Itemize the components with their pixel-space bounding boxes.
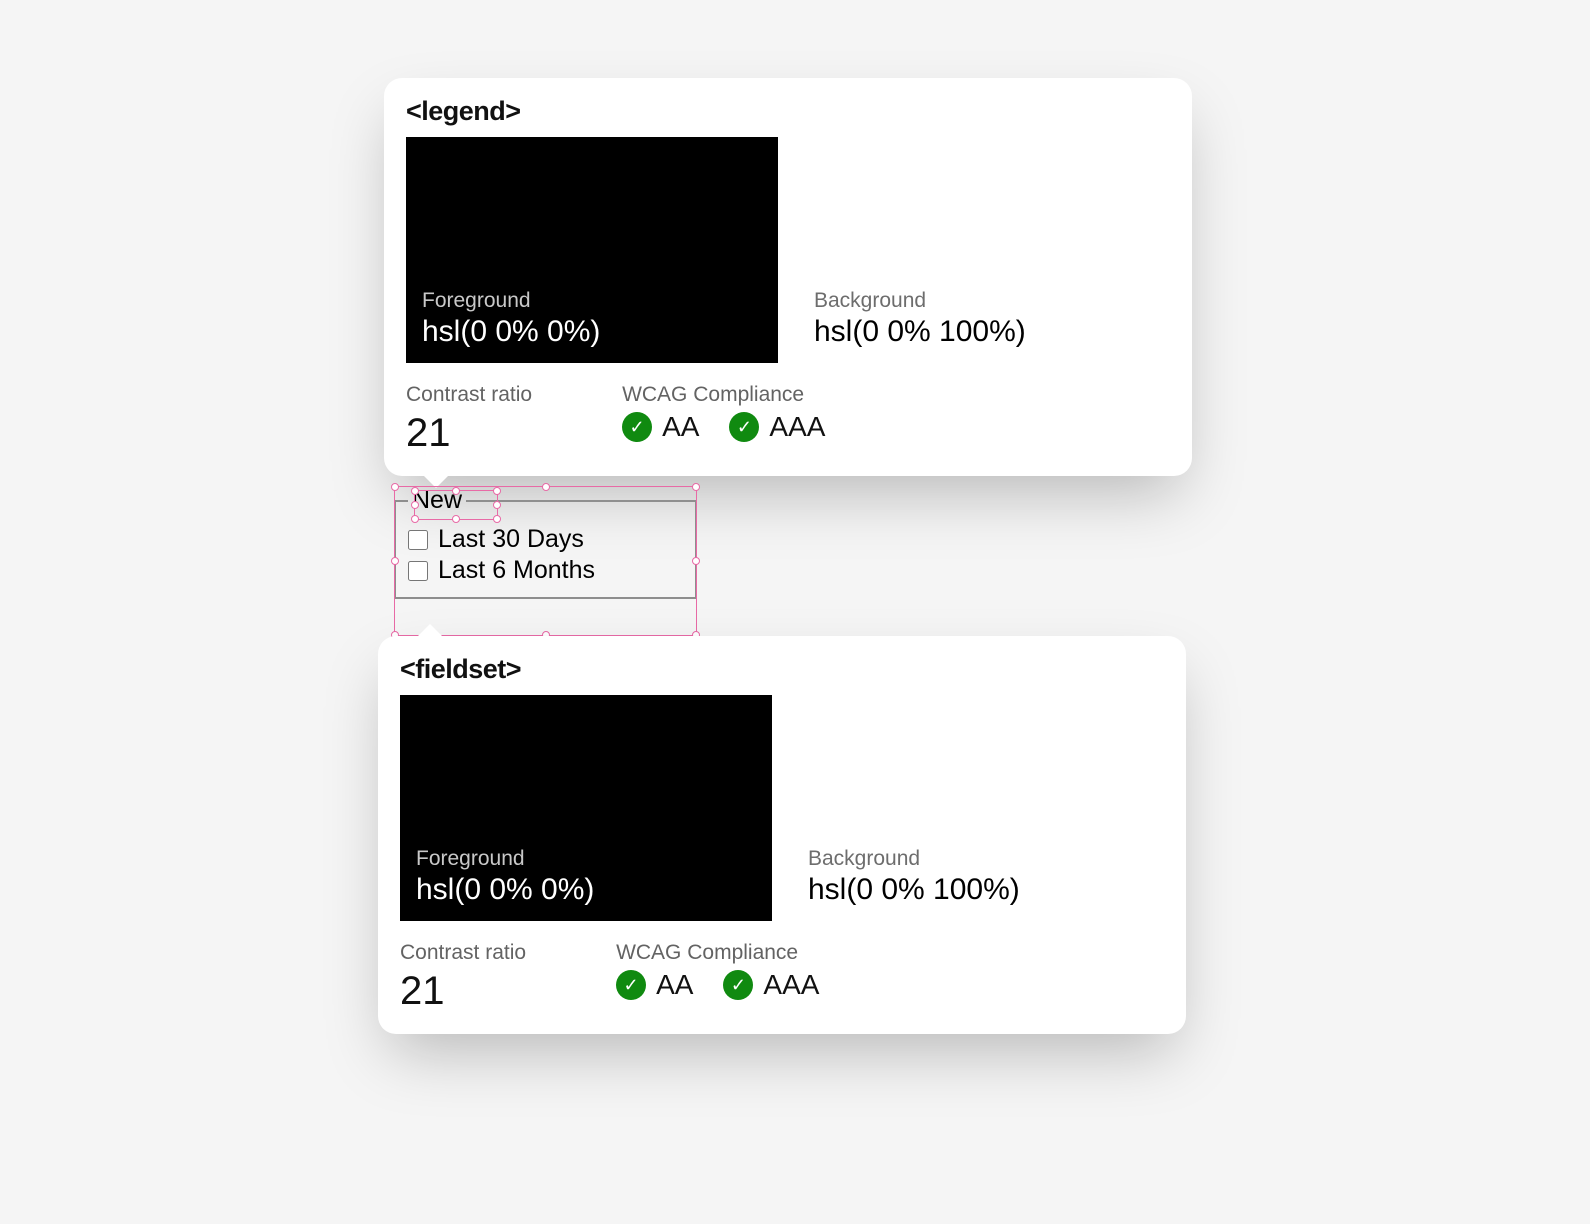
contrast-label: Contrast ratio	[400, 941, 526, 965]
wcag-aaa-badge: AAA	[723, 969, 819, 1001]
foreground-label: Foreground	[422, 289, 762, 313]
wcag-metric: WCAG Compliance AA AAA	[622, 383, 825, 456]
contrast-card-legend: <legend> Foreground hsl(0 0% 0%) Backgro…	[384, 78, 1192, 476]
check-icon	[616, 970, 646, 1000]
checkbox-row[interactable]: Last 6 Months	[408, 556, 683, 585]
foreground-value: hsl(0 0% 0%)	[416, 873, 756, 907]
element-tag: <legend>	[406, 96, 1170, 127]
check-icon	[723, 970, 753, 1000]
check-icon	[622, 412, 652, 442]
background-value: hsl(0 0% 100%)	[814, 315, 1154, 349]
background-label: Background	[808, 847, 1148, 871]
wcag-aaa-text: AAA	[769, 411, 825, 443]
wcag-label: WCAG Compliance	[622, 383, 825, 407]
check-icon	[729, 412, 759, 442]
wcag-aaa-text: AAA	[763, 969, 819, 1001]
legend-element[interactable]: New	[408, 486, 466, 515]
wcag-aa-badge: AA	[616, 969, 693, 1001]
swatch-row: Foreground hsl(0 0% 0%) Background hsl(0…	[400, 695, 1164, 921]
foreground-swatch: Foreground hsl(0 0% 0%)	[400, 695, 772, 921]
background-label: Background	[814, 289, 1154, 313]
checkbox-label: Last 30 Days	[438, 525, 584, 554]
wcag-values: AA AAA	[622, 411, 825, 443]
selected-element-preview[interactable]: New Last 30 Days Last 6 Months	[394, 486, 697, 599]
contrast-metric: Contrast ratio 21	[406, 383, 532, 456]
wcag-values: AA AAA	[616, 969, 819, 1001]
wcag-label: WCAG Compliance	[616, 941, 819, 965]
inspector-stage: <legend> Foreground hsl(0 0% 0%) Backgro…	[0, 0, 1590, 1224]
checkbox-last-6-months[interactable]	[408, 561, 428, 581]
wcag-metric: WCAG Compliance AA AAA	[616, 941, 819, 1014]
background-swatch: Background hsl(0 0% 100%)	[798, 137, 1170, 363]
checkbox-last-30-days[interactable]	[408, 530, 428, 550]
contrast-card-fieldset: <fieldset> Foreground hsl(0 0% 0%) Backg…	[378, 636, 1186, 1034]
background-swatch: Background hsl(0 0% 100%)	[792, 695, 1164, 921]
contrast-value: 21	[406, 411, 532, 456]
fieldset-element[interactable]: New Last 30 Days Last 6 Months	[394, 486, 697, 599]
tooltip-tip-icon	[418, 624, 442, 636]
contrast-value: 21	[400, 969, 526, 1014]
wcag-aaa-badge: AAA	[729, 411, 825, 443]
element-tag: <fieldset>	[400, 654, 1164, 685]
metrics-row: Contrast ratio 21 WCAG Compliance AA AAA	[406, 383, 1170, 456]
wcag-aa-text: AA	[656, 969, 693, 1001]
foreground-label: Foreground	[416, 847, 756, 871]
metrics-row: Contrast ratio 21 WCAG Compliance AA AAA	[400, 941, 1164, 1014]
contrast-metric: Contrast ratio 21	[400, 941, 526, 1014]
checkbox-row[interactable]: Last 30 Days	[408, 525, 683, 554]
background-value: hsl(0 0% 100%)	[808, 873, 1148, 907]
foreground-value: hsl(0 0% 0%)	[422, 315, 762, 349]
foreground-swatch: Foreground hsl(0 0% 0%)	[406, 137, 778, 363]
checkbox-label: Last 6 Months	[438, 556, 595, 585]
wcag-aa-text: AA	[662, 411, 699, 443]
contrast-label: Contrast ratio	[406, 383, 532, 407]
swatch-row: Foreground hsl(0 0% 0%) Background hsl(0…	[406, 137, 1170, 363]
wcag-aa-badge: AA	[622, 411, 699, 443]
